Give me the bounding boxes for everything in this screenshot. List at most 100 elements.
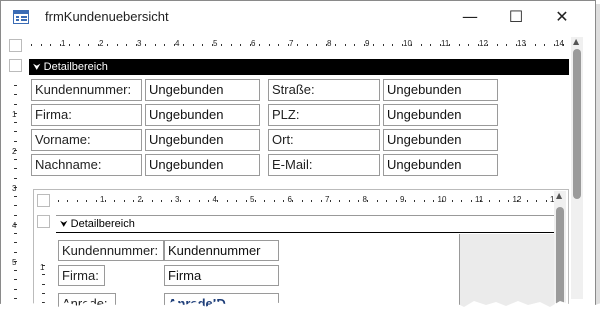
- ruler-number: 7: [325, 195, 330, 204]
- ruler-tick: [221, 44, 222, 46]
- textbox-kundennummer[interactable]: Ungebunden: [145, 79, 260, 101]
- title-bar[interactable]: frmKundenuebersicht — ☐ ✕: [1, 1, 595, 32]
- ruler-tick: [544, 44, 545, 46]
- ruler-tick: [430, 44, 431, 46]
- label-firma[interactable]: Firma:: [31, 104, 142, 126]
- main-vertical-scrollbar[interactable]: ▲: [571, 37, 583, 299]
- ruler-tick: [14, 205, 17, 207]
- label-ort[interactable]: Ort:: [268, 129, 380, 151]
- textbox-ort[interactable]: Ungebunden: [383, 129, 498, 151]
- sub-label-kundennummer[interactable]: Kundennummer:: [58, 240, 164, 261]
- label-kundennummer[interactable]: Kundennummer:: [31, 79, 142, 101]
- ruler-number: 13: [517, 39, 526, 48]
- ruler-tick: [14, 85, 17, 86]
- form-design-window: frmKundenuebersicht — ☐ ✕ 1 2 3 4 5 6 7 8 9 10 11 1…: [0, 0, 596, 312]
- label-strasse[interactable]: Straße:: [268, 79, 380, 101]
- ruler-tick: [42, 274, 45, 276]
- ruler-number: 4: [175, 39, 180, 48]
- ruler-tick: [468, 44, 469, 46]
- ruler-number: 12: [479, 39, 488, 48]
- ruler-tick: [31, 44, 32, 46]
- ruler-tick: [133, 200, 134, 202]
- subform-section-selector[interactable]: [37, 215, 50, 228]
- ruler-number: 3: [175, 195, 180, 204]
- ruler-number: 5: [12, 258, 17, 267]
- textbox-plz[interactable]: Ungebunden: [383, 104, 498, 126]
- ruler-tick: [433, 200, 434, 202]
- sub-textbox-kundennummer[interactable]: Kundennummer: [164, 240, 279, 261]
- textbox-firma[interactable]: Ungebunden: [145, 104, 260, 126]
- ruler-tick: [226, 200, 228, 202]
- section-collapse-arrow-icon: ⮟: [33, 62, 41, 72]
- ruler-tick: [14, 196, 17, 197]
- ruler-tick: [382, 44, 384, 46]
- vertical-ruler[interactable]: 1 2 3 4 5: [9, 55, 22, 305]
- sub-textbox-firma[interactable]: Firma: [164, 265, 279, 286]
- ruler-tick: [151, 200, 153, 202]
- ruler-tick: [50, 44, 51, 46]
- ruler-tick: [95, 200, 97, 202]
- ruler-number: 8: [362, 195, 367, 204]
- ruler-tick: [395, 200, 397, 202]
- minimize-button[interactable]: —: [447, 1, 493, 32]
- ruler-tick: [14, 140, 17, 142]
- ruler-tick: [14, 251, 17, 253]
- ruler-tick: [170, 200, 172, 202]
- scroll-up-arrow-icon[interactable]: ▲: [573, 37, 579, 46]
- main-scroll-thumb[interactable]: [573, 49, 581, 199]
- ruler-number: 3: [137, 39, 142, 48]
- ruler-tick: [14, 122, 17, 123]
- subform-vertical-ruler[interactable]: 1: [37, 235, 50, 305]
- ruler-tick: [42, 283, 45, 285]
- form-view-icon[interactable]: [13, 10, 29, 24]
- ruler-tick: [423, 200, 425, 202]
- textbox-email[interactable]: Ungebunden: [383, 154, 498, 176]
- textbox-nachname[interactable]: Ungebunden: [145, 154, 260, 176]
- ruler-tick: [67, 200, 69, 202]
- ruler-number: 1: [40, 263, 45, 272]
- ruler-tick: [14, 159, 17, 160]
- ruler-tick: [88, 44, 89, 46]
- ruler-tick: [202, 44, 203, 46]
- textbox-strasse[interactable]: Ungebunden: [383, 79, 498, 101]
- maximize-button[interactable]: ☐: [493, 1, 539, 32]
- label-nachname[interactable]: Nachname:: [31, 154, 142, 176]
- ruler-tick: [420, 44, 422, 46]
- subform-scroll-thumb[interactable]: [556, 207, 564, 307]
- ruler-tick: [301, 200, 303, 202]
- sub-label-firma[interactable]: Firma:: [58, 265, 105, 286]
- subform-vertical-scrollbar[interactable]: ▲: [554, 191, 566, 307]
- label-plz[interactable]: PLZ:: [268, 104, 380, 126]
- ruler-number: 1: [61, 39, 66, 48]
- ruler-number: 12: [512, 195, 522, 204]
- ruler-tick: [376, 200, 378, 202]
- section-selector[interactable]: [9, 59, 22, 72]
- ruler-tick: [40, 44, 42, 46]
- ruler-tick: [208, 200, 209, 202]
- ruler-tick: [306, 44, 308, 46]
- ruler-number: 14: [555, 39, 564, 48]
- label-vorname[interactable]: Vorname:: [31, 129, 142, 151]
- ruler-tick: [42, 292, 45, 294]
- subform-selector[interactable]: [37, 194, 50, 207]
- ruler-tick: [14, 242, 17, 244]
- ruler-tick: [311, 200, 313, 202]
- subform-detail-section-header[interactable]: ⮟ Detailbereich: [56, 215, 556, 233]
- subform-horizontal-ruler[interactable]: 12345678910111213: [56, 195, 559, 208]
- label-email[interactable]: E-Mail:: [268, 154, 380, 176]
- ruler-tick: [189, 200, 191, 202]
- ruler-tick: [297, 44, 298, 46]
- ruler-number: 7: [289, 39, 294, 48]
- scroll-up-arrow-icon[interactable]: ▲: [556, 191, 562, 200]
- form-selector[interactable]: [9, 39, 22, 52]
- ruler-number: 6: [251, 39, 256, 48]
- horizontal-ruler[interactable]: 1 2 3 4 5 6 7 8 9 10 11 12 13 14: [29, 39, 567, 52]
- ruler-tick: [316, 44, 317, 46]
- ruler-number: 5: [213, 39, 218, 48]
- textbox-vorname[interactable]: Ungebunden: [145, 129, 260, 151]
- close-button[interactable]: ✕: [539, 1, 585, 32]
- ruler-tick: [367, 200, 369, 202]
- ruler-tick: [14, 103, 17, 105]
- detail-section-header[interactable]: ⮟ Detailbereich: [29, 59, 569, 75]
- ruler-tick: [123, 200, 125, 202]
